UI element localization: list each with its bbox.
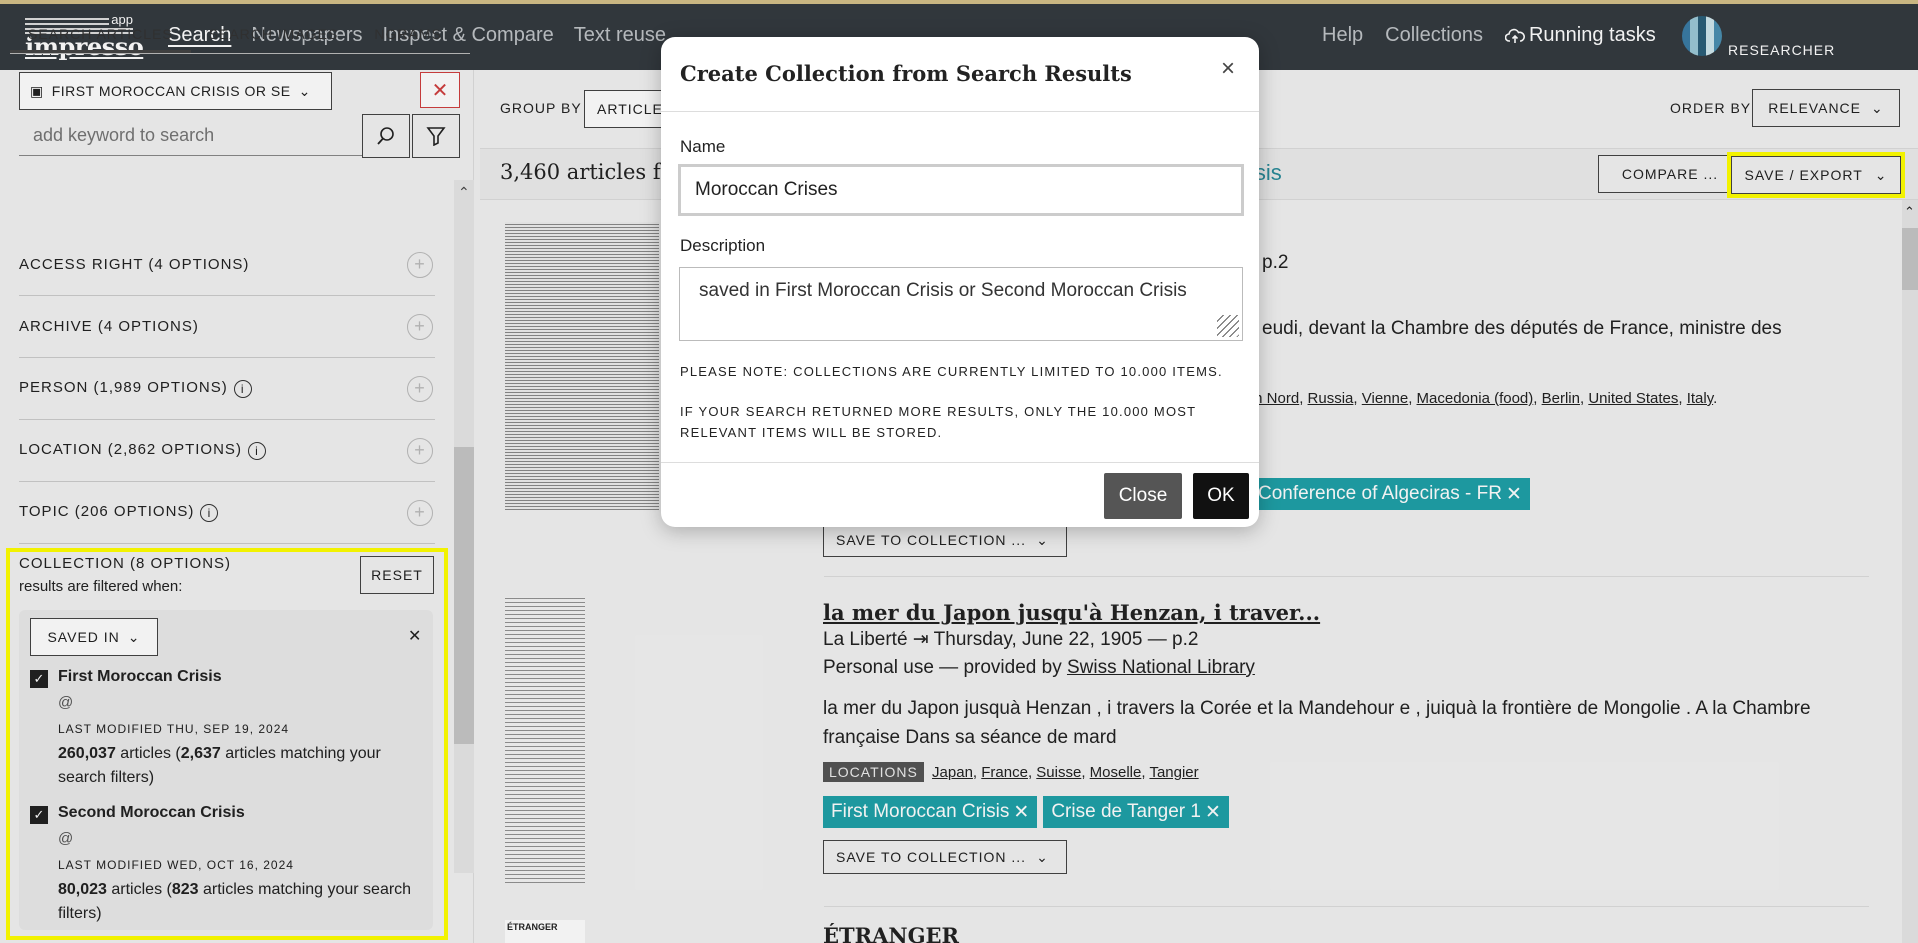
limit-note-detail: IF YOUR SEARCH RETURNED MORE RESULTS, ON…	[680, 404, 1197, 440]
collection-name-input[interactable]	[678, 164, 1244, 216]
limit-note: PLEASE NOTE: COLLECTIONS ARE CURRENTLY L…	[680, 364, 1223, 379]
close-icon[interactable]: ×	[1221, 55, 1235, 83]
collection-description-input[interactable]: saved in First Moroccan Crisis or Second…	[679, 267, 1243, 341]
ok-button[interactable]: OK	[1193, 473, 1249, 519]
modal-title: Create Collection from Search Results	[680, 61, 1132, 86]
description-label: Description	[680, 236, 766, 255]
create-collection-modal: Create Collection from Search Results × …	[661, 37, 1259, 527]
divider	[661, 111, 1259, 112]
divider	[661, 462, 1259, 463]
resize-handle-icon[interactable]	[1217, 315, 1239, 337]
close-button[interactable]: Close	[1104, 473, 1182, 519]
name-label: Name	[680, 137, 726, 156]
